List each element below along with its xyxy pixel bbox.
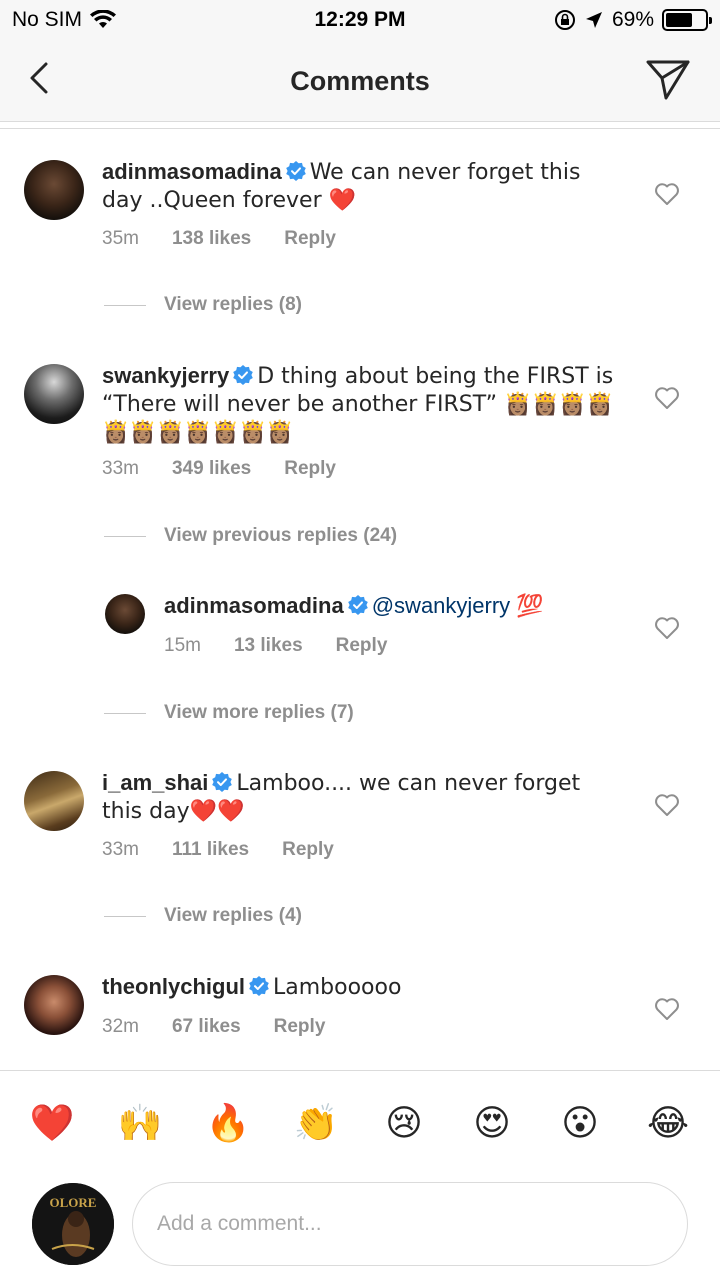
comment-text: swankyjerry D thing about being the FIRST… [102,362,622,446]
divider [0,128,720,129]
avatar[interactable] [24,160,84,220]
comment-body: Lambooooo [273,975,402,1000]
view-replies-label: View replies (4) [164,905,302,926]
heart-emoji-button[interactable]: ❤️ [28,1099,76,1147]
comment-time: 35m [102,228,139,249]
reply-button[interactable]: Reply [336,635,388,657]
svg-text:OLORE: OLORE [50,1195,97,1210]
laughing-emoji-button[interactable]: 😂 [644,1099,692,1147]
view-more-label: View more replies (7) [164,702,354,723]
view-replies-label: View replies (8) [164,294,302,315]
likes-count[interactable]: 138 likes [172,228,251,250]
username[interactable]: adinmasomadina [102,159,282,184]
heart-icon[interactable] [654,793,680,817]
comment-text: adinmasomadina We can never forget this d… [102,158,622,214]
avatar[interactable] [105,594,145,634]
divider [104,712,146,714]
clap-emoji-button[interactable]: 👏 [292,1099,340,1147]
reply-text: adinmasomadina @swankyjerry 💯 [164,592,624,620]
paper-plane-icon[interactable] [644,56,692,102]
profile-avatar-art: OLORE [32,1183,114,1265]
crying-emoji-button[interactable]: 😢 [380,1099,428,1147]
reply-button[interactable]: Reply [282,839,334,861]
avatar[interactable] [24,771,84,831]
avatar[interactable] [24,364,84,424]
location-arrow-icon [585,12,602,28]
likes-count[interactable]: 349 likes [172,458,251,480]
heart-icon[interactable] [654,616,680,640]
heart-eyes-emoji-button[interactable]: 😍 [468,1099,516,1147]
likes-count[interactable]: 13 likes [234,635,303,657]
page-title: Comments [290,66,430,96]
divider [104,304,146,306]
add-comment-input[interactable] [132,1182,688,1266]
reply-button[interactable]: Reply [284,228,336,250]
reply-button[interactable]: Reply [274,1016,326,1038]
nav-bar: Comments [0,40,720,122]
verified-badge-icon [285,161,306,181]
orientation-lock-icon [554,10,575,30]
battery-percent: 69% [611,8,654,31]
verified-badge-icon [347,595,368,615]
surprised-emoji-button[interactable]: 😮 [556,1099,604,1147]
likes-count[interactable]: 111 likes [172,839,249,861]
comment-meta: 32m 67 likes Reply [102,1016,325,1038]
compose-bar: OLORE [0,1175,720,1280]
emoji-quick-bar: ❤️ 🙌 🔥 👏 😢 😍 😮 😂 [0,1070,720,1175]
username[interactable]: theonlychigul [102,974,245,999]
verified-badge-icon [249,976,269,996]
verified-badge-icon [233,365,254,385]
fire-emoji-button[interactable]: 🔥 [204,1099,252,1147]
battery-icon [662,9,712,31]
avatar[interactable]: OLORE [32,1183,114,1265]
reply-button[interactable]: Reply [284,458,336,480]
comment-text: i_am_shai Lamboo.... we can never forget … [102,769,622,825]
verified-badge-icon [212,772,233,792]
comment-text: theonlychigul Lambooooo [102,973,622,1001]
view-previous-replies-button[interactable]: View previous replies (24) [104,525,397,547]
reply-time: 15m [164,635,201,656]
comment-meta: 33m 111 likes Reply [102,839,334,861]
username[interactable]: i_am_shai [102,770,208,795]
avatar[interactable] [24,975,84,1035]
reply-body: 💯 [516,594,544,619]
username[interactable]: adinmasomadina [164,593,344,618]
divider [104,535,146,537]
reply-meta: 15m 13 likes Reply [164,635,387,657]
comment-time: 33m [102,839,139,860]
comment-meta: 33m 349 likes Reply [102,458,336,480]
view-replies-button[interactable]: View replies (8) [104,294,302,316]
heart-icon[interactable] [654,997,680,1021]
username[interactable]: swankyjerry [102,363,229,388]
mention-link[interactable]: @swankyjerry [372,593,510,618]
heart-icon[interactable] [654,182,680,206]
comment-meta: 35m 138 likes Reply [102,228,336,250]
comment-time: 32m [102,1016,139,1037]
status-right: 69% [554,8,712,32]
view-more-replies-button[interactable]: View more replies (7) [104,702,354,724]
view-replies-button[interactable]: View replies (4) [104,905,302,927]
heart-icon[interactable] [654,386,680,410]
view-previous-label: View previous replies (24) [164,525,398,546]
likes-count[interactable]: 67 likes [172,1016,241,1038]
raised-hands-emoji-button[interactable]: 🙌 [116,1099,164,1147]
status-bar: No SIM 12:29 PM 69% [0,0,720,40]
divider [104,915,146,917]
comment-time: 33m [102,458,139,479]
